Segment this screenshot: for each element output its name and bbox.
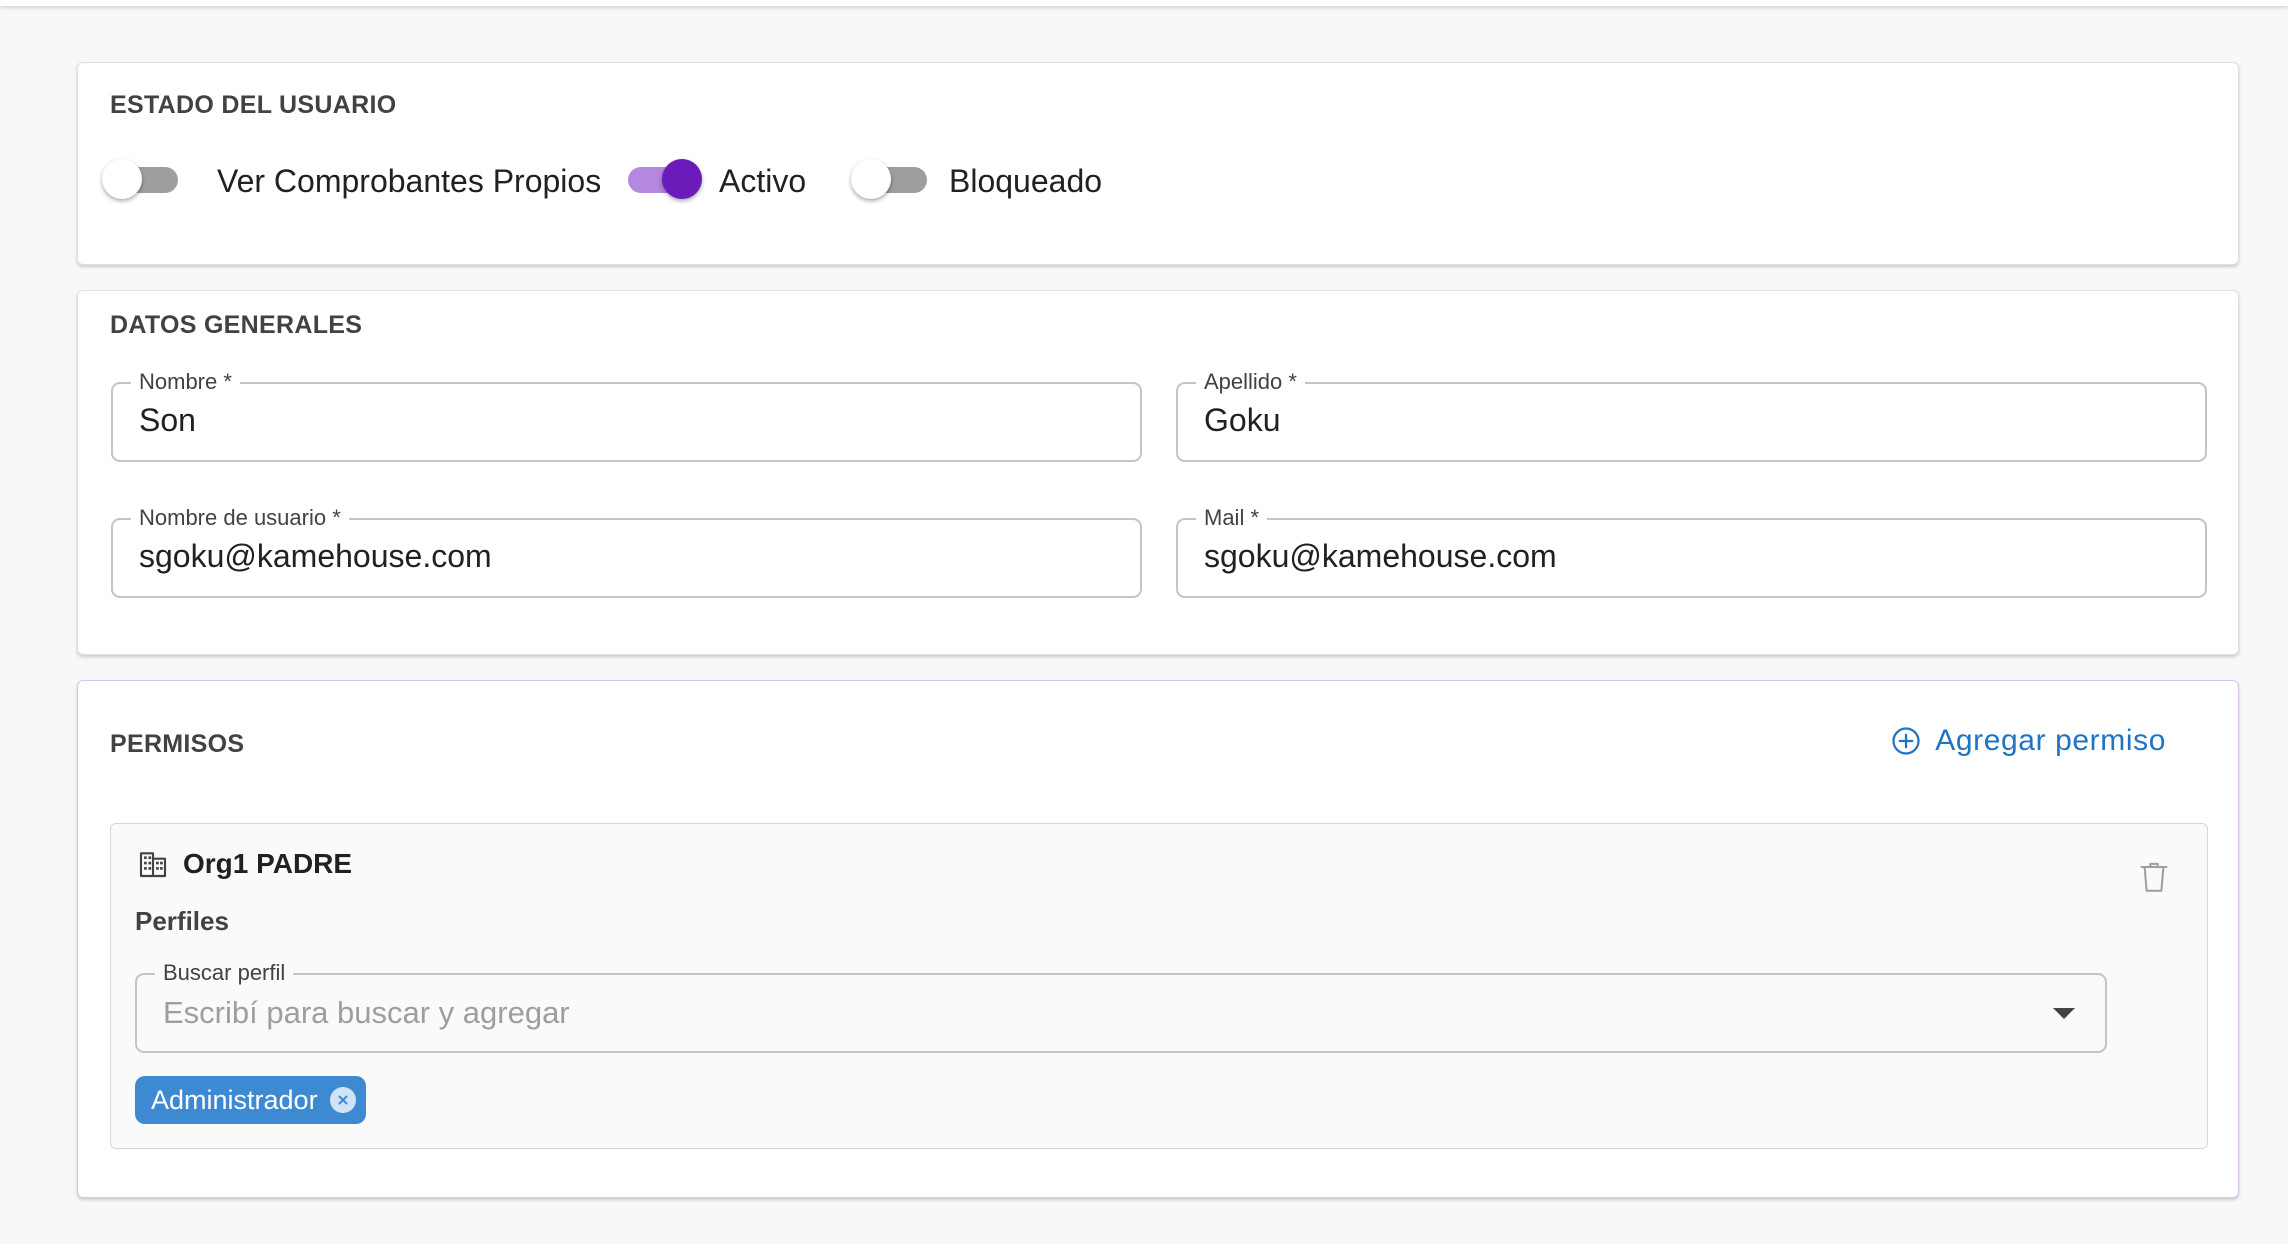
datos-generales-card: DATOS GENERALES Nombre * Son Apellido * … [77, 290, 2239, 655]
caret-down-icon[interactable] [2053, 1008, 2075, 1019]
agregar-permiso-label: Agregar permiso [1935, 724, 2166, 757]
org-name: Org1 PADRE [183, 848, 353, 879]
permisos-card: PERMISOS Agregar permiso Org1 PADRE Perf… [77, 680, 2239, 1198]
nombre-usuario-field[interactable]: Nombre de usuario * sgoku@kamehouse.com [111, 505, 1142, 598]
buscar-perfil-input[interactable] [163, 989, 2023, 1037]
estado-usuario-title: ESTADO DEL USUARIO [110, 91, 397, 119]
agregar-permiso-button[interactable]: Agregar permiso [1891, 721, 2166, 761]
datos-generales-title: DATOS GENERALES [110, 311, 363, 339]
switch-ver-comprobantes[interactable]: Ver Comprobantes Propios [102, 156, 601, 202]
nombre-value: Son [139, 402, 196, 438]
mail-label: Mail * [1196, 505, 1268, 531]
switch-thumb [662, 159, 702, 199]
switch-thumb [851, 159, 891, 199]
trash-icon[interactable] [2139, 860, 2169, 894]
permisos-title: PERMISOS [110, 730, 245, 758]
org-permission-panel: Org1 PADRE Perfiles Buscar perfil Admini… [110, 823, 2208, 1149]
apellido-field[interactable]: Apellido * Goku [1176, 369, 2207, 462]
mail-field[interactable]: Mail * sgoku@kamehouse.com [1176, 505, 2207, 598]
building-icon [139, 852, 167, 878]
switch-thumb [102, 159, 142, 199]
buscar-perfil-field: Buscar perfil [135, 960, 2107, 1053]
mail-value: sgoku@kamehouse.com [1204, 538, 1557, 574]
switch-activo-label: Activo [719, 163, 807, 199]
estado-usuario-card: ESTADO DEL USUARIO Ver Comprobantes Prop… [77, 62, 2239, 265]
apellido-value: Goku [1204, 402, 1281, 438]
close-circle-icon[interactable] [329, 1087, 356, 1113]
nombre-usuario-value: sgoku@kamehouse.com [139, 538, 492, 574]
perfil-chip: Administrador [135, 1076, 366, 1124]
switch-activo[interactable]: Activo [628, 156, 808, 202]
org-header: Org1 PADRE [137, 848, 352, 880]
perfil-chip-label: Administrador [151, 1084, 318, 1115]
plus-circle-icon [1892, 727, 1920, 755]
top-app-bar [0, 0, 2288, 6]
perfiles-heading: Perfiles [135, 906, 229, 936]
switch-ver-comprobantes-label: Ver Comprobantes Propios [217, 163, 602, 199]
nombre-label: Nombre * [131, 369, 240, 395]
apellido-label: Apellido * [1196, 369, 1305, 395]
switch-bloqueado-label: Bloqueado [949, 163, 1103, 199]
switch-bloqueado[interactable]: Bloqueado [851, 156, 1115, 202]
nombre-field[interactable]: Nombre * Son [111, 369, 1142, 462]
buscar-perfil-label: Buscar perfil [155, 960, 294, 986]
nombre-usuario-label: Nombre de usuario * [131, 505, 349, 531]
